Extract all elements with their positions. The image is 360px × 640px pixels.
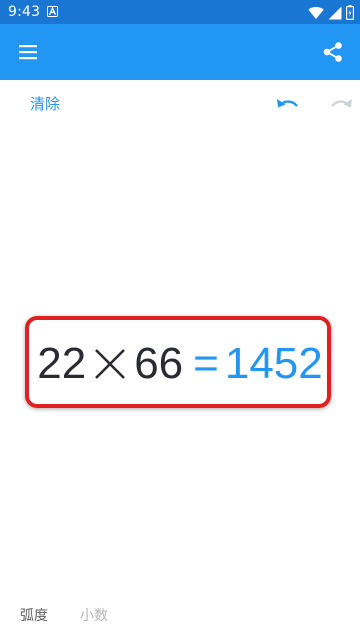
share-icon [322, 42, 344, 67]
decimal-mode-toggle[interactable]: 小数 [80, 606, 108, 626]
menu-icon [17, 45, 39, 66]
menu-button[interactable] [17, 42, 39, 62]
a-icon [47, 6, 58, 17]
status-time: 9:43 [8, 4, 41, 20]
signal-icon [328, 5, 342, 24]
app-bar [0, 24, 360, 80]
clear-button[interactable]: 清除 [30, 94, 60, 114]
radian-mode-toggle[interactable]: 弧度 [20, 606, 48, 626]
undo-icon [275, 99, 301, 116]
status-icons [308, 5, 355, 24]
status-bar: 9:43 [0, 0, 360, 24]
redo-button[interactable] [322, 94, 360, 116]
battery-icon [346, 5, 355, 24]
share-button[interactable] [322, 41, 344, 63]
operand-2: 66 [134, 339, 184, 388]
result-value: 1452 [224, 339, 323, 388]
wifi-icon [308, 5, 324, 24]
redo-icon [322, 99, 360, 116]
multiply-icon [92, 346, 128, 382]
equals-sign: = [193, 339, 219, 388]
operand-1: 22 [37, 339, 87, 388]
undo-button[interactable] [275, 94, 301, 116]
expression-display: 22 66 = 1452 [0, 336, 360, 392]
